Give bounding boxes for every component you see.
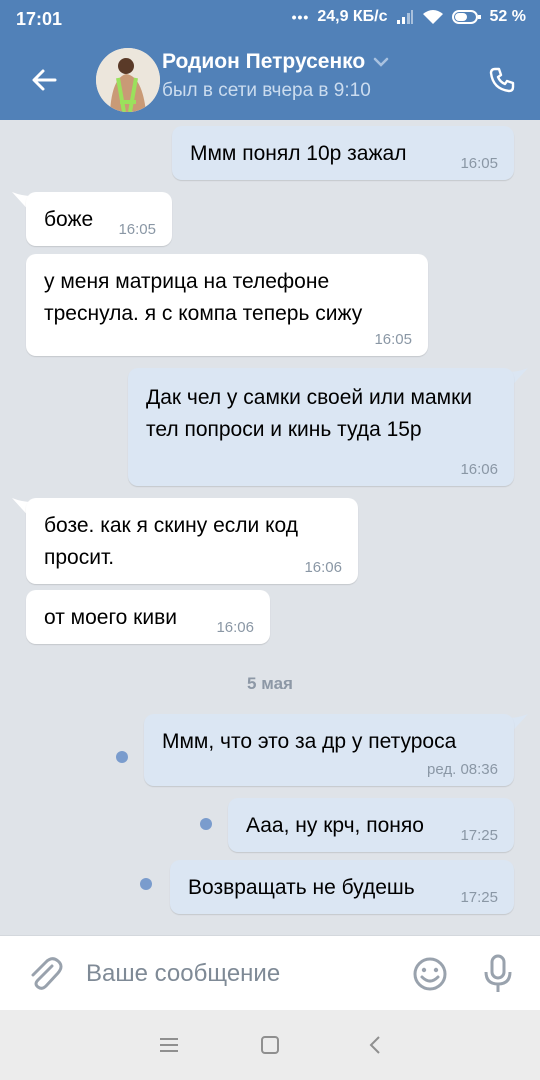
message-outgoing[interactable]: Ааа, ну крч, поняо 17:25	[228, 798, 514, 852]
microphone-icon	[484, 954, 512, 992]
menu-lines-icon	[160, 1038, 178, 1052]
signal-icon	[396, 10, 413, 24]
message-text: у меня матрица на телефоне треснула. я с…	[44, 270, 363, 325]
emoji-button[interactable]	[410, 954, 450, 994]
contact-name-row: Родион Петрусенко	[162, 50, 389, 74]
attach-button[interactable]	[24, 954, 64, 994]
message-text: бозе. как я скину если код просит.	[44, 514, 299, 569]
message-time: 17:25	[460, 889, 498, 906]
last-seen-status: был в сети вчера в 9:10	[162, 80, 371, 101]
top-bar: 17:01 ••• 24,9 КБ/с 52 % Родион Петрусен…	[0, 0, 540, 120]
nav-menu-button[interactable]	[154, 1030, 184, 1060]
message-incoming[interactable]: бозе. как я скину если код просит. 16:06	[26, 498, 358, 584]
avatar[interactable]	[96, 48, 160, 112]
phone-icon	[489, 67, 515, 93]
back-arrow-icon	[32, 69, 57, 91]
paperclip-icon	[31, 957, 63, 990]
status-right: ••• 24,9 КБ/с 52 %	[292, 8, 526, 26]
message-outgoing[interactable]: Ммм понял 10р зажал 16:05	[172, 126, 514, 180]
message-time: 16:05	[118, 221, 156, 238]
date-separator: 5 мая	[247, 674, 293, 693]
chat-screen: 17:01 ••• 24,9 КБ/с 52 % Родион Петрусен…	[0, 0, 540, 1080]
chat-header: Родион Петрусенко был в сети вчера в 9:1…	[0, 40, 540, 120]
nav-back-button[interactable]	[360, 1030, 390, 1060]
contact-name: Родион Петрусенко	[162, 50, 366, 73]
message-incoming[interactable]: от моего киви 16:06	[26, 590, 270, 644]
contact-info[interactable]: Родион Петрусенко был в сети вчера в 9:1…	[162, 50, 389, 102]
square-icon	[261, 1036, 279, 1054]
message-text: Ммм, что это за др у петуроса	[162, 730, 457, 753]
message-text: Возвращать не будешь	[188, 876, 415, 899]
battery-icon	[451, 10, 481, 24]
message-time: ред. 08:36	[427, 761, 498, 778]
message-input[interactable]	[86, 956, 386, 992]
status-time: 17:01	[16, 9, 63, 29]
system-nav-bar	[0, 1010, 540, 1080]
unread-dot	[116, 751, 128, 763]
back-button[interactable]	[22, 58, 66, 102]
nav-home-button[interactable]	[255, 1030, 285, 1060]
message-outgoing[interactable]: Дак чел у самки своей или мамки тел попр…	[128, 368, 514, 486]
unread-dot	[140, 878, 152, 890]
message-text: Дак чел у самки своей или мамки тел попр…	[146, 386, 473, 441]
network-speed: 24,9 КБ/с	[317, 8, 388, 25]
more-dots-icon: •••	[291, 9, 310, 25]
composer-bar	[0, 935, 540, 1010]
message-time: 16:06	[216, 619, 254, 636]
smile-icon	[413, 957, 447, 991]
message-outgoing[interactable]: Ммм, что это за др у петуроса ред. 08:36	[144, 714, 514, 786]
message-time: 16:05	[374, 331, 412, 348]
battery-percent: 52 %	[489, 8, 526, 25]
message-time: 16:06	[460, 461, 498, 478]
message-time: 16:05	[460, 155, 498, 172]
message-time: 17:25	[460, 827, 498, 844]
message-text: Ммм понял 10р зажал	[190, 142, 407, 165]
message-outgoing[interactable]: Возвращать не будешь 17:25	[170, 860, 514, 914]
call-button[interactable]	[482, 60, 522, 100]
wifi-icon	[422, 10, 443, 24]
chevron-down-icon	[373, 57, 389, 67]
message-list[interactable]: Ммм понял 10р зажал 16:05 боже 16:05 у м…	[0, 120, 540, 935]
message-incoming[interactable]: боже 16:05	[26, 192, 172, 246]
voice-message-button[interactable]	[478, 952, 518, 996]
avatar-image	[96, 48, 160, 112]
message-incoming[interactable]: у меня матрица на телефоне треснула. я с…	[26, 254, 428, 356]
status-bar: 17:01 ••• 24,9 КБ/с 52 %	[0, 0, 540, 40]
message-text: Ааа, ну крч, поняо	[246, 814, 424, 837]
message-time: 16:06	[304, 559, 342, 576]
unread-dot	[200, 818, 212, 830]
chevron-left-icon	[369, 1036, 380, 1054]
